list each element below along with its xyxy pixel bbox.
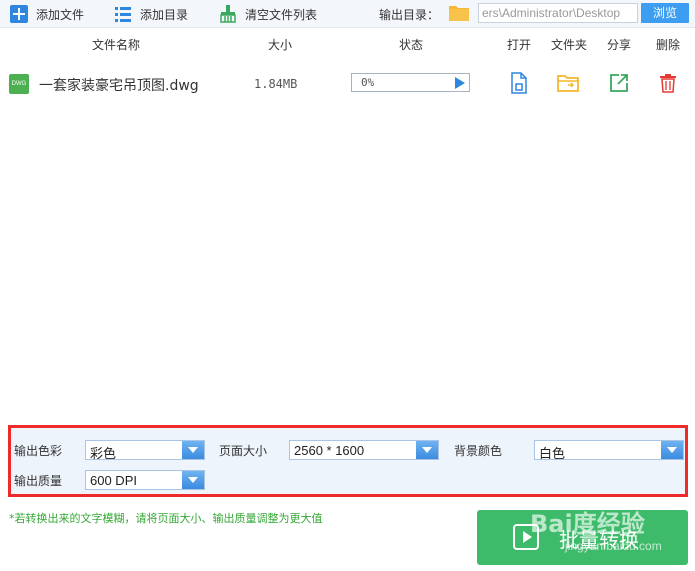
- chevron-down-icon: [182, 471, 204, 489]
- quality-label: 输出质量: [14, 474, 63, 488]
- watermark: Bai度经验: [530, 510, 645, 538]
- toolbar: 添加文件 添加目录 清空文件列表 输出目录： ers\Administrator…: [0, 0, 695, 28]
- list-icon: [114, 5, 132, 23]
- quality-select[interactable]: 600 DPI: [85, 470, 205, 490]
- column-header-open: 打开: [506, 38, 531, 52]
- add-directory-label: 添加目录: [140, 7, 189, 22]
- page-size-select[interactable]: 2560 * 1600: [289, 440, 439, 460]
- output-dir-label: 输出目录：: [379, 8, 440, 22]
- column-header-name: 文件名称: [91, 38, 140, 52]
- progress-bar: 0%: [351, 73, 470, 92]
- tip-text: *若转换出来的文字模糊，请将页面大小、输出质量调整为更大值: [9, 512, 323, 525]
- chevron-down-icon: [182, 441, 204, 459]
- watermark-url: jingyan.baidu.com: [565, 539, 662, 553]
- quality-select-value: 600 DPI: [90, 473, 137, 488]
- folder-icon[interactable]: [449, 4, 469, 21]
- color-select-value: 彩色: [90, 446, 117, 461]
- plus-icon: [10, 5, 28, 23]
- progress-text: 0%: [361, 76, 375, 89]
- broom-icon: [219, 5, 237, 23]
- open-file-icon[interactable]: [508, 72, 530, 94]
- add-directory-button[interactable]: 添加目录: [114, 4, 188, 24]
- clear-list-label: 清空文件列表: [245, 7, 318, 22]
- delete-icon[interactable]: [657, 72, 679, 94]
- open-folder-icon[interactable]: [557, 72, 579, 94]
- color-select[interactable]: 彩色: [85, 440, 205, 461]
- file-row[interactable]: DWG 一套家装豪宅吊顶图.dwg 1.84MB 0%: [0, 68, 695, 102]
- add-file-label: 添加文件: [36, 7, 85, 22]
- background-color-label: 背景颜色: [454, 444, 503, 458]
- column-header-share: 分享: [606, 38, 631, 52]
- color-label: 输出色彩: [14, 444, 63, 458]
- file-name: 一套家装豪宅吊顶图.dwg: [39, 78, 199, 94]
- chevron-down-icon: [661, 441, 683, 459]
- background-color-select[interactable]: 白色: [534, 440, 684, 461]
- page-size-label: 页面大小: [219, 444, 268, 458]
- settings-panel: 输出色彩 彩色 页面大小 2560 * 1600 背景颜色 白色 输出质量 60…: [8, 425, 688, 497]
- column-header-folder: 文件夹: [550, 38, 587, 52]
- output-path-input[interactable]: ers\Administrator\Desktop: [478, 3, 638, 23]
- column-header-status: 状态: [398, 38, 423, 52]
- page-size-select-value: 2560 * 1600: [294, 443, 365, 458]
- share-icon[interactable]: [608, 72, 630, 94]
- column-header-delete: 删除: [655, 38, 680, 52]
- browse-button[interactable]: 浏览: [641, 3, 689, 23]
- dwg-file-icon: DWG: [9, 74, 29, 94]
- play-icon[interactable]: [455, 77, 465, 89]
- add-file-button[interactable]: 添加文件: [10, 4, 84, 24]
- background-color-select-value: 白色: [539, 446, 566, 461]
- column-header-size: 大小: [267, 38, 292, 52]
- file-size: 1.84MB: [254, 77, 298, 91]
- clear-list-button[interactable]: 清空文件列表: [219, 4, 317, 24]
- chevron-down-icon: [416, 441, 438, 459]
